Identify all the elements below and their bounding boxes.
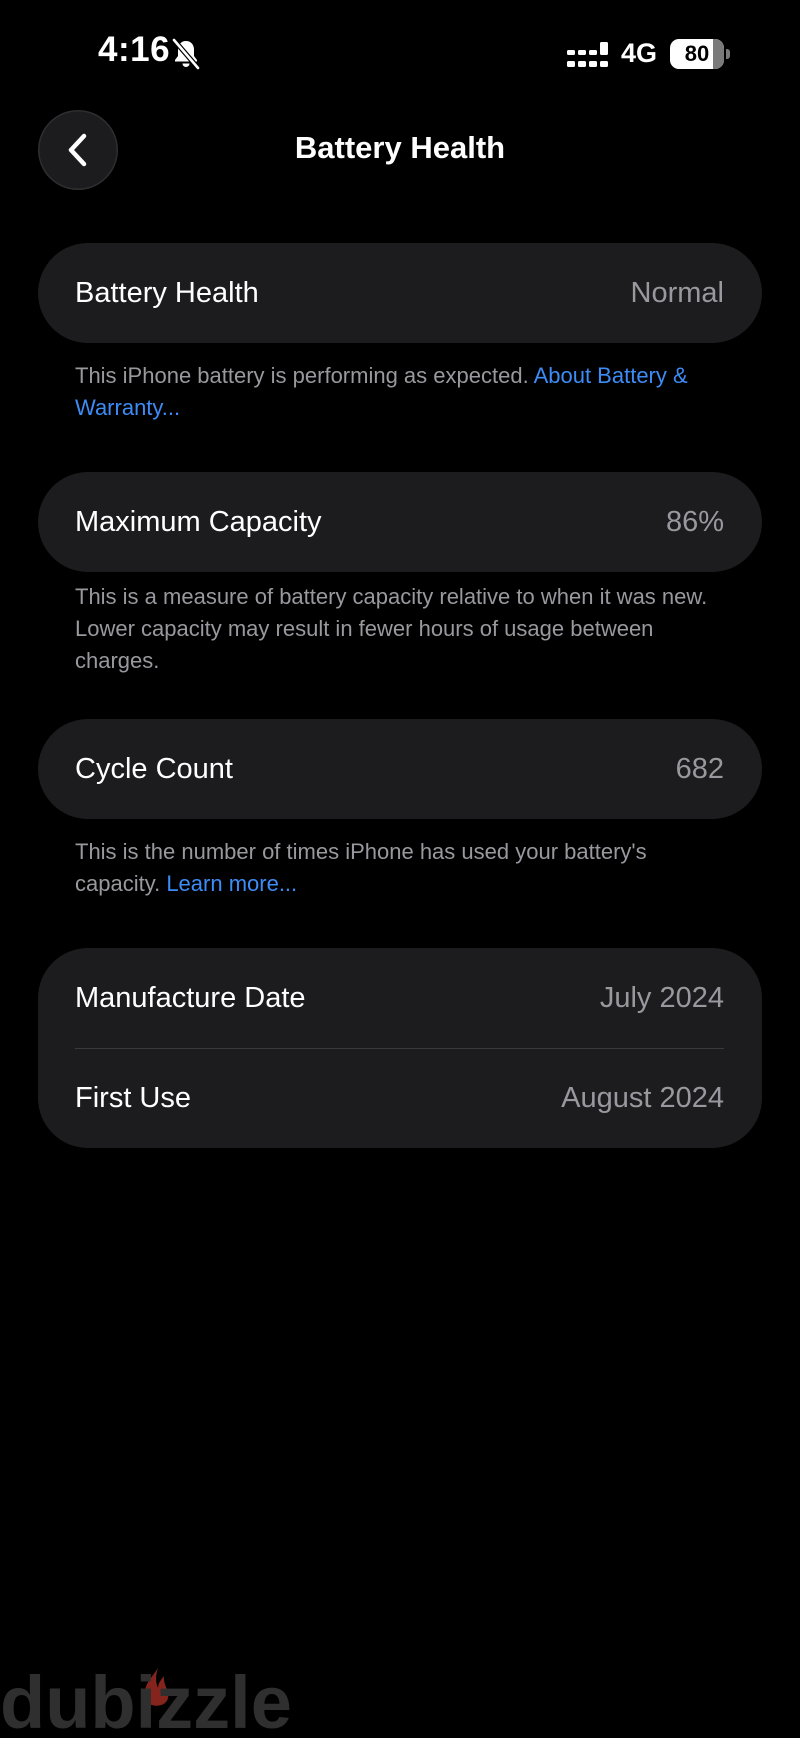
first-use-value: August 2024	[561, 1081, 724, 1114]
cycle-count-label: Cycle Count	[75, 752, 233, 785]
dubizzle-watermark: dubizzle	[0, 1661, 292, 1738]
cycle-count-card: Cycle Count 682	[38, 719, 762, 819]
battery-percent: 80	[684, 41, 710, 66]
first-use-label: First Use	[75, 1081, 191, 1114]
status-bar: 4:16 4G 80	[0, 0, 800, 110]
battery-health-footnote-text: This iPhone battery is performing as exp…	[75, 363, 534, 388]
battery-icon: 80	[670, 39, 730, 69]
status-time: 4:16	[98, 30, 171, 69]
cycle-count-footnote: This is the number of times iPhone has u…	[75, 836, 735, 900]
page-title: Battery Health	[294, 130, 506, 165]
manufacture-date-label: Manufacture Date	[75, 981, 306, 1014]
cycle-count-footnote-text: This is the number of times iPhone has u…	[75, 839, 647, 896]
signal-bars-icon	[567, 42, 608, 67]
maximum-capacity-label: Maximum Capacity	[75, 505, 322, 538]
cycle-count-value: 682	[675, 752, 724, 785]
manufacture-date-row: Manufacture Date July 2024	[75, 948, 724, 1048]
maximum-capacity-value: 86%	[665, 505, 724, 538]
maximum-capacity-card: Maximum Capacity 86%	[38, 472, 762, 572]
battery-health-row: Battery Health Normal	[75, 243, 724, 343]
learn-more-link[interactable]: Learn more...	[166, 871, 297, 896]
battery-health-card: Battery Health Normal	[38, 243, 762, 343]
cycle-count-row: Cycle Count 682	[75, 719, 724, 819]
battery-health-value: Normal	[630, 276, 724, 309]
svg-text:dubizzle: dubizzle	[0, 1661, 292, 1738]
battery-health-footnote: This iPhone battery is performing as exp…	[75, 360, 735, 424]
maximum-capacity-footnote: This is a measure of battery capacity re…	[75, 584, 708, 673]
bell-slash-icon	[172, 38, 200, 70]
network-type: 4G	[621, 38, 658, 68]
battery-health-label: Battery Health	[75, 276, 259, 309]
manufacture-date-value: July 2024	[599, 981, 724, 1014]
dates-card: Manufacture Date July 2024 First Use Aug…	[38, 948, 762, 1148]
first-use-row: First Use August 2024	[75, 1048, 724, 1148]
maximum-capacity-row: Maximum Capacity 86%	[75, 472, 724, 572]
